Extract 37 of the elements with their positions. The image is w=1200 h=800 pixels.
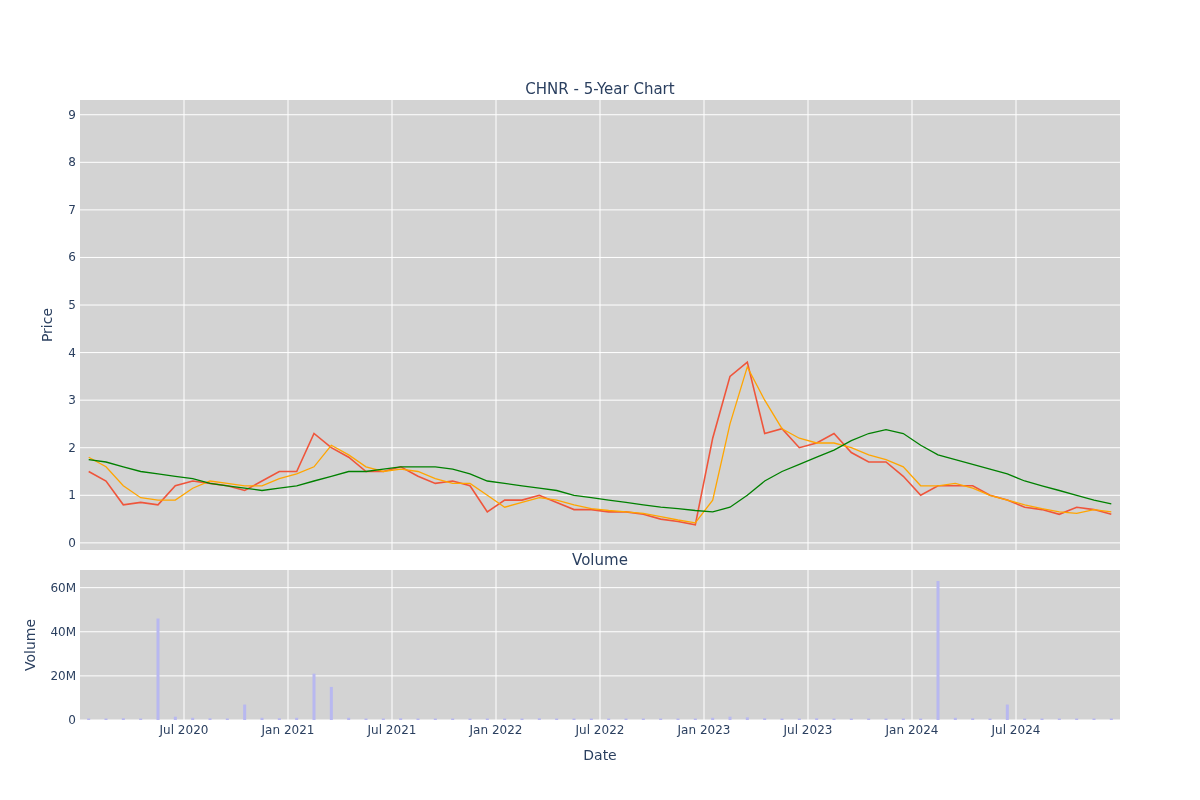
axis-title: Volume bbox=[22, 618, 38, 672]
tick-label: 0 bbox=[68, 535, 76, 550]
tick-label: Jul 2020 bbox=[159, 723, 209, 737]
tick-label: Jan 2022 bbox=[469, 723, 523, 737]
tick-label: 60M bbox=[50, 580, 76, 595]
tick-label: 40M bbox=[50, 624, 76, 639]
tick-label: 1 bbox=[68, 488, 76, 503]
volume-bar bbox=[173, 716, 177, 720]
tick-label: 9 bbox=[68, 107, 76, 122]
tick-label: Jul 2022 bbox=[575, 723, 625, 737]
tick-label: 7 bbox=[68, 202, 76, 217]
tick-label: Jan 2024 bbox=[885, 723, 939, 737]
tick-label: 0 bbox=[68, 713, 76, 727]
tick-label: Jul 2021 bbox=[367, 723, 417, 737]
tick-label: 20M bbox=[50, 668, 76, 683]
chart-title: CHNR - 5-Year Chart bbox=[525, 80, 675, 98]
tick-label: Jul 2024 bbox=[991, 723, 1041, 737]
volume-bar bbox=[953, 717, 957, 720]
tick-label: 6 bbox=[68, 250, 76, 265]
tick-label: 2 bbox=[68, 440, 76, 455]
volume-bar bbox=[295, 717, 299, 720]
volume-bar bbox=[728, 716, 732, 720]
tick-label: Jul 2023 bbox=[783, 723, 833, 737]
chart-title: Volume bbox=[572, 551, 628, 569]
volume-bar bbox=[347, 717, 351, 720]
volume-bar bbox=[745, 717, 749, 720]
tick-label: 5 bbox=[68, 298, 76, 312]
tick-label: 3 bbox=[68, 393, 76, 408]
volume-bar bbox=[260, 717, 264, 720]
volume-bar bbox=[191, 717, 195, 720]
volume-bar bbox=[711, 717, 715, 720]
tick-label: Jan 2021 bbox=[261, 723, 315, 737]
tick-label: 8 bbox=[68, 155, 76, 170]
tick-label: Jan 2023 bbox=[677, 723, 731, 737]
axis-title: Price bbox=[39, 307, 55, 343]
axis-title: Date bbox=[583, 747, 617, 763]
tick-label: 4 bbox=[68, 345, 76, 360]
